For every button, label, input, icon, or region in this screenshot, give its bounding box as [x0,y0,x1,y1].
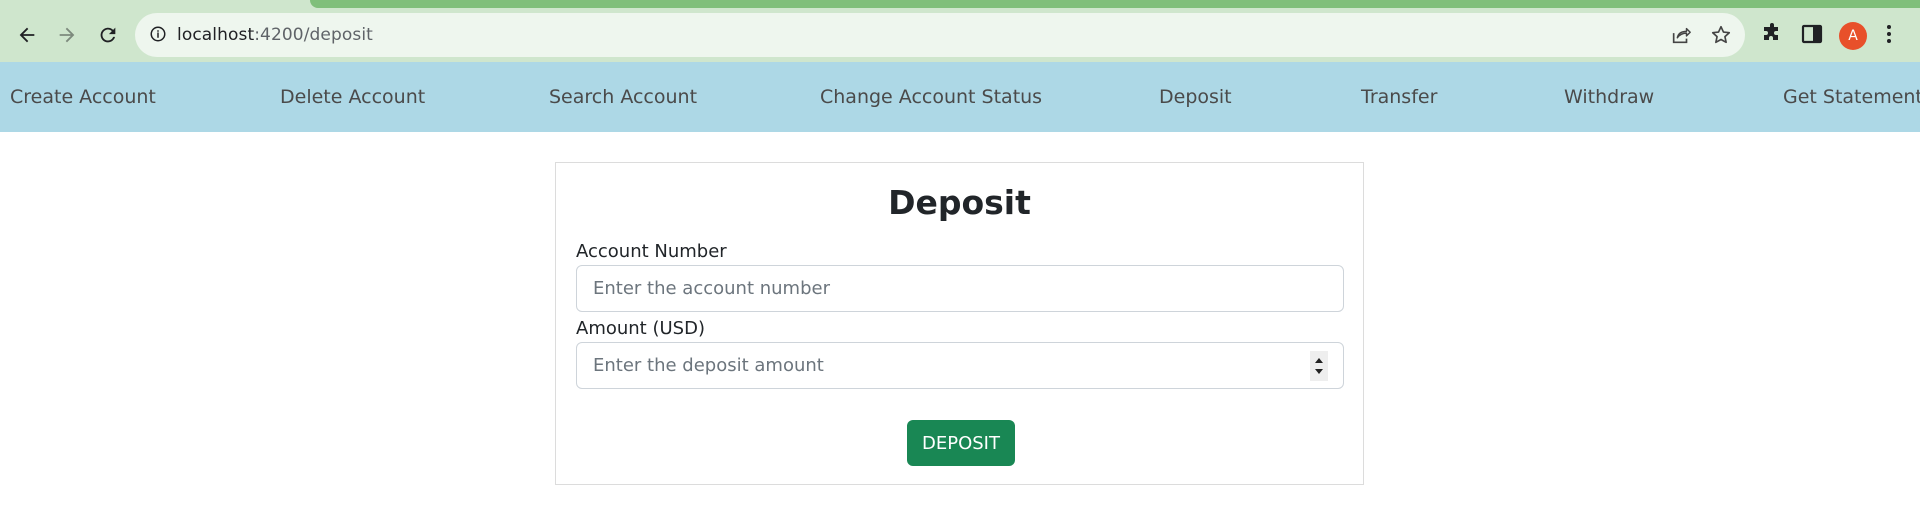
url-host: localhost [177,25,255,45]
amount-label: Amount (USD) [576,318,705,339]
side-panel-icon[interactable] [1800,22,1824,51]
account-number-input[interactable] [576,265,1344,312]
nav-search-account[interactable]: Search Account [549,86,697,108]
back-arrow-icon[interactable] [10,18,44,52]
tab-strip [310,0,1920,8]
deposit-form-card: Deposit Account Number Amount (USD) DEPO… [555,162,1364,485]
menu-dots-icon[interactable] [1883,22,1895,51]
amount-stepper[interactable] [1310,351,1328,381]
profile-avatar[interactable]: A [1839,22,1867,50]
nav-delete-account[interactable]: Delete Account [280,86,425,108]
nav-withdraw[interactable]: Withdraw [1564,86,1654,108]
stepper-down-icon [1315,369,1323,374]
star-icon[interactable] [1710,24,1732,51]
nav-get-statement[interactable]: Get Statement [1783,86,1920,108]
url-text[interactable]: localhost:4200/deposit [177,25,373,45]
reload-icon[interactable] [91,18,125,52]
url-path: :4200/deposit [254,25,373,45]
forward-arrow-icon[interactable] [50,18,84,52]
extensions-icon[interactable] [1760,22,1784,51]
nav-deposit[interactable]: Deposit [1159,86,1232,108]
amount-input[interactable] [576,342,1344,389]
deposit-button[interactable]: DEPOSIT [907,420,1015,466]
nav-change-account-status[interactable]: Change Account Status [820,86,1042,108]
main-navbar: Create Account Delete Account Search Acc… [0,62,1920,132]
account-number-label: Account Number [576,241,727,262]
info-icon[interactable] [149,25,167,48]
browser-toolbar: localhost:4200/deposit A [0,0,1920,62]
stepper-up-icon [1315,358,1323,363]
address-bar[interactable]: localhost:4200/deposit [135,13,1745,57]
nav-transfer[interactable]: Transfer [1361,86,1437,108]
form-title: Deposit [888,183,1031,222]
nav-create-account[interactable]: Create Account [10,86,156,108]
share-icon[interactable] [1670,24,1692,51]
